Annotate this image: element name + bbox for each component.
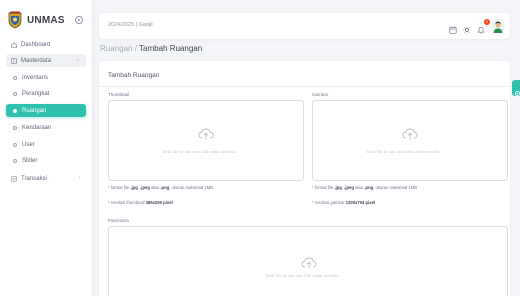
bullet-icon: [13, 158, 17, 163]
breadcrumb: Ruangan / Tambah Ruangan: [100, 44, 202, 53]
sidebar-item-label: Kendaraan: [22, 124, 52, 131]
note-ext: .jpeg: [344, 185, 354, 190]
sidebar-item-label: Inventaris: [22, 74, 49, 81]
bullet-icon: [13, 142, 17, 147]
sun-icon[interactable]: [463, 21, 471, 34]
upload-cloud-icon: [198, 127, 214, 140]
calendar-icon[interactable]: [449, 21, 457, 34]
bullet-icon: [13, 125, 17, 130]
sidebar-item-transaksi[interactable]: Transaksi ›: [6, 172, 86, 185]
page-title: Tambah Ruangan: [139, 44, 203, 53]
add-room-form-card: Tambah Ruangan Thumbnail Tarik file ke s…: [99, 61, 510, 296]
note-text: , ukuran maksimal: [373, 185, 409, 190]
note-size: 1MB: [204, 185, 213, 190]
bullet-icon: [13, 75, 17, 80]
brand-name: UNMAS: [27, 14, 65, 26]
form-title: Tambah Ruangan: [108, 72, 160, 79]
top-navbar: 2024/2025 | Ganjil 2: [99, 13, 510, 39]
breadcrumb-parent[interactable]: Ruangan: [100, 44, 132, 53]
sidebar-item-label: Masterdata: [21, 57, 52, 64]
note-ext: .png: [364, 185, 374, 190]
gambar-resolution-note: * resolusi gambar 1200x704 pixel: [312, 200, 375, 205]
sidebar-item-slider[interactable]: Slider: [6, 154, 86, 167]
home-icon: [11, 41, 17, 48]
note-resolution: 1200x704 pixel: [345, 200, 376, 205]
gambar-label: Gambar: [312, 92, 329, 97]
thumbnail-resolution-note: * resolusi thumbnail 386x250 pixel: [108, 200, 173, 205]
sidebar-item-perangkat[interactable]: Perangkat: [6, 87, 86, 100]
note-ext: .jpg: [334, 185, 342, 190]
panorama-label: Panorama: [108, 218, 129, 223]
sidebar-item-label: Dashboard: [21, 41, 51, 48]
sidebar-item-label: Slider: [22, 157, 38, 164]
sidebar-item-kendaraan[interactable]: Kendaraan: [6, 121, 86, 134]
settings-toggle[interactable]: [512, 80, 520, 97]
bullet-icon: [13, 91, 17, 96]
note-text: atau: [149, 185, 161, 190]
upload-cloud-icon: [301, 256, 317, 269]
gear-icon: [514, 84, 520, 102]
brand[interactable]: UNMAS: [8, 11, 65, 29]
unmas-logo: [8, 11, 22, 29]
academic-period: 2024/2025 | Ganjil: [108, 22, 153, 28]
sidebar-item-inventaris[interactable]: Inventaris: [6, 71, 86, 84]
chevron-right-icon: ›: [78, 175, 80, 181]
chevron-down-icon: ⌄: [75, 57, 80, 63]
gambar-dropzone[interactable]: Tarik file ke sini atau klik untuk memil…: [312, 100, 508, 181]
note-size: 1MB: [408, 185, 417, 190]
file-icon: [11, 175, 17, 182]
note-ext: .jpg: [130, 185, 138, 190]
sidebar-item-label: User: [22, 141, 35, 148]
dropzone-hint: Tarik file ke sini atau klik untuk memil…: [366, 149, 440, 154]
note-text: * format file: [312, 185, 335, 190]
note-ext: .jpeg: [140, 185, 150, 190]
grid-icon: [11, 57, 17, 64]
thumbnail-dropzone[interactable]: Tarik file ke sini atau klik untuk memil…: [108, 100, 304, 181]
sidebar-item-user[interactable]: User: [6, 138, 86, 151]
divider: [99, 86, 510, 87]
gambar-format-note: * format file .jpg, .jpeg atau .png, uku…: [312, 185, 417, 190]
sidebar-item-label: Transaksi: [21, 175, 47, 182]
sidebar-item-masterdata[interactable]: Masterdata ⌄: [6, 54, 86, 67]
dropzone-hint: Tarik file ke sini atau klik untuk memil…: [162, 149, 236, 154]
sidebar-item-label: Perangkat: [22, 90, 50, 97]
note-text: , ukuran maksimal: [169, 185, 205, 190]
panorama-dropzone[interactable]: Tarik file ke sini atau klik untuk memil…: [108, 226, 508, 296]
sidebar-item-dashboard[interactable]: Dashboard: [6, 38, 86, 51]
notification-badge: 2: [484, 19, 490, 25]
thumbnail-label: Thumbnail: [108, 92, 130, 97]
note-text: * format file: [108, 185, 131, 190]
note-text: * resolusi thumbnail: [108, 200, 146, 205]
note-resolution: 386x250 pixel: [145, 200, 173, 205]
sidebar-item-ruangan[interactable]: Ruangan: [6, 104, 86, 117]
thumbnail-format-note: * format file .jpg, .jpeg atau .png, uku…: [108, 185, 213, 190]
note-text: * resolusi gambar: [312, 200, 346, 205]
upload-cloud-icon: [402, 127, 418, 140]
note-text: atau: [353, 185, 365, 190]
sidebar: UNMAS Dashboard Masterdata ⌄ Inventaris …: [0, 0, 92, 296]
avatar[interactable]: [491, 19, 505, 33]
sidebar-item-label: Ruangan: [22, 107, 47, 114]
dropzone-hint: Tarik file ke sini atau klik untuk memil…: [265, 273, 339, 278]
sidebar-toggle-icon[interactable]: [75, 16, 83, 24]
bullet-icon: [13, 108, 17, 113]
note-ext: .png: [160, 185, 170, 190]
